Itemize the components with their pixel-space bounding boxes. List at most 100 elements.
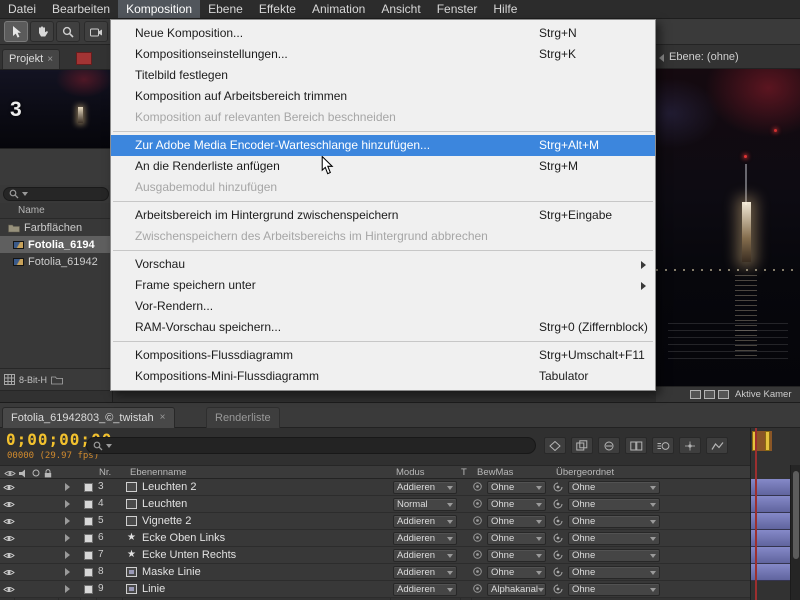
close-icon[interactable]: ×	[47, 55, 53, 65]
close-icon[interactable]: ×	[160, 413, 166, 423]
current-time-indicator[interactable]	[755, 428, 757, 600]
expander-icon[interactable]	[65, 483, 70, 491]
menu-item-adobe-media-encoder[interactable]: Zur Adobe Media Encoder-Warteschlange hi…	[111, 135, 655, 156]
label-color-chip[interactable]	[84, 483, 93, 492]
timeline-scrollbar[interactable]	[790, 465, 800, 600]
pick-whip-icon[interactable]	[553, 499, 563, 509]
blend-mode-dropdown[interactable]: Addieren	[393, 532, 457, 545]
parent-dropdown[interactable]: Ohne	[568, 515, 660, 528]
pick-whip-icon[interactable]	[553, 584, 563, 594]
blend-mode-dropdown[interactable]: Normal	[393, 498, 457, 511]
layer-name[interactable]: Ecke Oben Links	[142, 532, 225, 544]
blend-mode-dropdown[interactable]: Addieren	[393, 566, 457, 579]
parent-dropdown[interactable]: Ohne	[568, 566, 660, 579]
menu-item-auf-arbeitsbereich-trimmen[interactable]: Komposition auf Arbeitsbereich trimmen	[111, 86, 655, 107]
layer-row[interactable]: 5 Vignette 2 Addieren Ohne Ohne	[0, 513, 750, 530]
track-matte-dropdown[interactable]: Ohne	[487, 498, 546, 511]
chevron-left-icon[interactable]	[659, 54, 664, 62]
comp-mini-flowchart-button[interactable]	[544, 437, 566, 454]
layer-row[interactable]: 6 ★ Ecke Oben Links Addieren Ohne Ohne	[0, 530, 750, 547]
selection-tool-button[interactable]	[4, 21, 28, 42]
list-item-footage-selected[interactable]: Fotolia_6194	[0, 236, 112, 253]
expander-icon[interactable]	[65, 551, 70, 559]
track-matte-dropdown[interactable]: Alphakanal	[487, 583, 546, 596]
pick-whip-icon[interactable]	[553, 482, 563, 492]
new-folder-icon[interactable]	[51, 375, 63, 385]
menu-effekte[interactable]: Effekte	[251, 0, 304, 18]
menu-datei[interactable]: Datei	[0, 0, 44, 18]
tab-ebene[interactable]: Ebene: (ohne)	[669, 51, 739, 63]
menu-hilfe[interactable]: Hilfe	[485, 0, 525, 18]
pick-whip-icon[interactable]	[553, 567, 563, 577]
menu-ebene[interactable]: Ebene	[200, 0, 251, 18]
parent-dropdown[interactable]: Ohne	[568, 498, 660, 511]
work-area-handle[interactable]	[765, 431, 770, 451]
menu-item-flussdiagramm[interactable]: Kompositions-FlussdiagrammStrg+Umschalt+…	[111, 345, 655, 366]
zoom-tool-button[interactable]	[56, 21, 80, 42]
menu-item-titelbild-festlegen[interactable]: Titelbild festlegen	[111, 65, 655, 86]
expander-icon[interactable]	[65, 500, 70, 508]
view-option-box-icon[interactable]	[704, 390, 715, 399]
menu-animation[interactable]: Animation	[304, 0, 373, 18]
layer-row[interactable]: 8 Maske Linie Addieren Ohne Ohne	[0, 564, 750, 581]
expander-icon[interactable]	[65, 568, 70, 576]
menu-bearbeiten[interactable]: Bearbeiten	[44, 0, 118, 18]
tab-renderliste[interactable]: Renderliste	[206, 407, 280, 428]
visibility-eye-icon[interactable]	[3, 517, 15, 526]
label-color-chip[interactable]	[84, 517, 93, 526]
layer-row[interactable]: 4 Leuchten Normal Ohne Ohne	[0, 496, 750, 513]
tab-composition[interactable]: Fotolia_61942803_©_twistah ×	[2, 407, 175, 428]
graph-editor-button[interactable]	[706, 437, 728, 454]
label-color-chip[interactable]	[84, 585, 93, 594]
menu-item-vorschau[interactable]: Vorschau	[111, 254, 655, 275]
pick-whip-icon[interactable]	[553, 516, 563, 526]
menu-item-kompositionseinstellungen[interactable]: Kompositionseinstellungen...Strg+K	[111, 44, 655, 65]
menu-fenster[interactable]: Fenster	[429, 0, 486, 18]
search-options-caret-icon[interactable]	[106, 444, 112, 448]
parent-dropdown[interactable]: Ohne	[568, 481, 660, 494]
visibility-eye-icon[interactable]	[3, 534, 15, 543]
view-option-box-icon[interactable]	[690, 390, 701, 399]
timeline-search-input[interactable]	[86, 437, 536, 454]
layer-name[interactable]: Leuchten 2	[142, 481, 196, 493]
menu-item-frame-speichern[interactable]: Frame speichern unter	[111, 275, 655, 296]
track-matte-dropdown[interactable]: Ohne	[487, 532, 546, 545]
search-options-caret-icon[interactable]	[22, 192, 28, 196]
project-search-input[interactable]	[3, 187, 109, 201]
layer-row[interactable]: 9 Linie Addieren Alphakanal Ohne	[0, 581, 750, 598]
menu-komposition[interactable]: Komposition	[118, 0, 200, 18]
menu-item-vor-rendern[interactable]: Vor-Rendern...	[111, 296, 655, 317]
pick-whip-icon[interactable]	[553, 550, 563, 560]
layer-name[interactable]: Linie	[142, 583, 165, 595]
expander-icon[interactable]	[65, 517, 70, 525]
label-color-chip[interactable]	[84, 534, 93, 543]
layer-row[interactable]: 7 ★ Ecke Unten Rechts Addieren Ohne Ohne	[0, 547, 750, 564]
track-matte-dropdown[interactable]: Ohne	[487, 549, 546, 562]
menu-item-mini-flussdiagramm[interactable]: Kompositions-Mini-FlussdiagrammTabulator	[111, 366, 655, 387]
menu-item-renderliste-anfuegen[interactable]: An die Renderliste anfügenStrg+M	[111, 156, 655, 177]
track-matte-dropdown[interactable]: Ohne	[487, 515, 546, 528]
blend-mode-dropdown[interactable]: Addieren	[393, 515, 457, 528]
hand-tool-button[interactable]	[30, 21, 54, 42]
label-color-chip[interactable]	[84, 551, 93, 560]
list-item-footage[interactable]: Fotolia_61942	[0, 253, 112, 270]
parent-dropdown[interactable]: Ohne	[568, 532, 660, 545]
menu-ansicht[interactable]: Ansicht	[373, 0, 428, 18]
tab-projekt[interactable]: Projekt ×	[2, 49, 60, 69]
pick-whip-icon[interactable]	[553, 533, 563, 543]
layer-name[interactable]: Maske Linie	[142, 566, 201, 578]
list-item-folder[interactable]: Farbflächen	[0, 219, 112, 236]
blend-mode-dropdown[interactable]: Addieren	[393, 583, 457, 596]
layer-name[interactable]: Leuchten	[142, 498, 187, 510]
hide-shy-layers-button[interactable]	[598, 437, 620, 454]
layer-row[interactable]: 3 Leuchten 2 Addieren Ohne Ohne	[0, 479, 750, 496]
menu-item-neue-komposition[interactable]: Neue Komposition...Strg+N	[111, 23, 655, 44]
track-matte-dropdown[interactable]: Ohne	[487, 566, 546, 579]
brainstorm-button[interactable]	[679, 437, 701, 454]
draft-3d-button[interactable]	[571, 437, 593, 454]
grid-icon[interactable]	[4, 374, 15, 385]
timeline-graph-area[interactable]	[750, 428, 790, 600]
track-matte-dropdown[interactable]: Ohne	[487, 481, 546, 494]
layer-name[interactable]: Vignette 2	[142, 515, 191, 527]
blend-mode-dropdown[interactable]: Addieren	[393, 549, 457, 562]
